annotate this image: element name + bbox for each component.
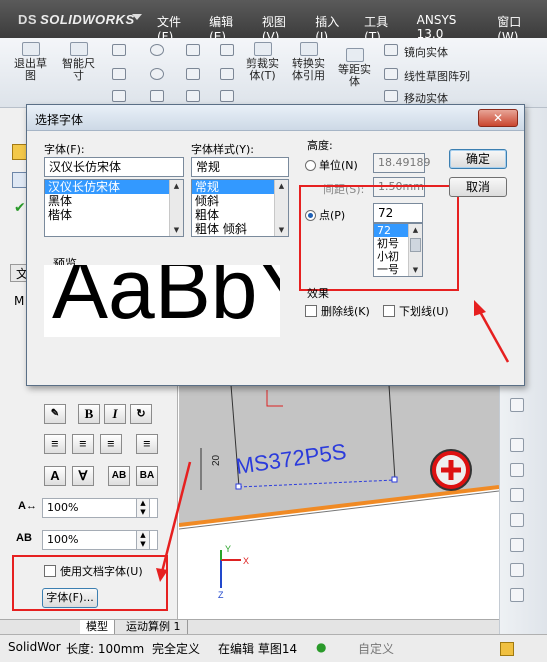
arrow-to-point-size [476, 307, 510, 363]
arrow-head-font-button [156, 568, 168, 582]
arrow-to-font-button [160, 461, 192, 573]
arrow-head-point-size [474, 300, 486, 316]
annotation-arrows [156, 300, 510, 582]
